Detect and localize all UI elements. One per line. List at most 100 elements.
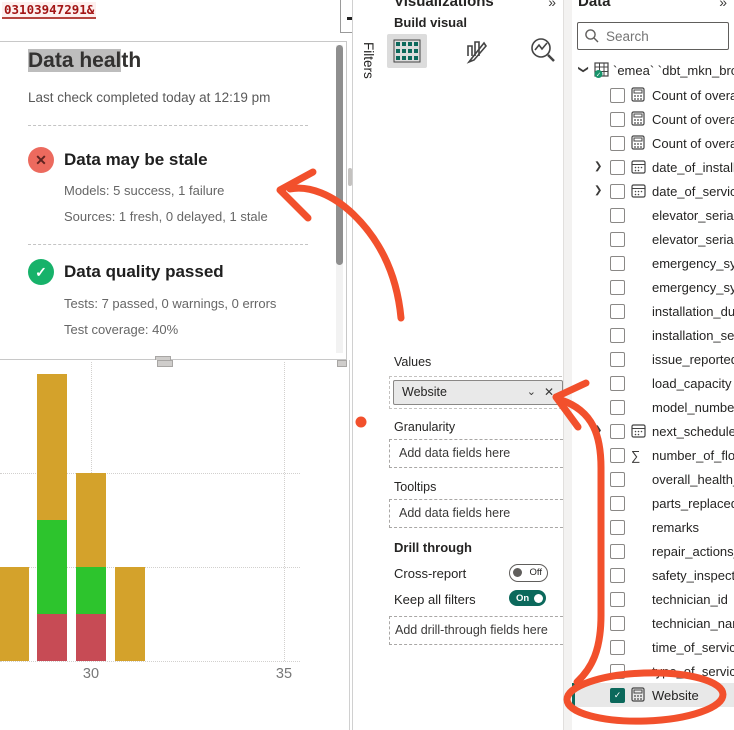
tab-analytics[interactable] <box>522 34 562 68</box>
field-checkbox[interactable] <box>610 520 625 535</box>
field-row-elevator_serial_[interactable]: elevator_serial_... <box>572 227 734 251</box>
chevron-down-icon[interactable]: ❯ <box>578 65 589 73</box>
collapse-pane-icon[interactable]: » <box>548 0 556 10</box>
card-scrollbar-thumb[interactable] <box>336 45 343 265</box>
bar-segment-segment-green[interactable] <box>76 567 106 614</box>
field-checkbox[interactable] <box>610 424 625 439</box>
field-checkbox[interactable] <box>610 376 625 391</box>
field-row-technician_id[interactable]: technician_id <box>572 587 734 611</box>
field-row-repair_actions_t[interactable]: repair_actions_t... <box>572 539 734 563</box>
field-label: remarks <box>652 520 699 535</box>
field-row-type_of_service[interactable]: type_of_service <box>572 659 734 683</box>
granularity-well[interactable]: Add data fields here <box>389 439 568 468</box>
field-checkbox[interactable] <box>610 568 625 583</box>
field-row-next_scheduled[interactable]: ❯next_scheduled... <box>572 419 734 443</box>
field-checkbox[interactable] <box>610 640 625 655</box>
field-row-emergency_syst[interactable]: emergency_syst... <box>572 275 734 299</box>
chevron-right-icon[interactable]: ❯ <box>594 425 602 436</box>
field-row-technician_name[interactable]: technician_name <box>572 611 734 635</box>
collapse-pane-icon[interactable]: » <box>719 0 727 10</box>
bar-segment-segment-yellow[interactable] <box>115 567 145 661</box>
chevron-down-icon[interactable]: ⌄ <box>527 381 536 404</box>
field-row-emergency_syst[interactable]: emergency_syst... <box>572 251 734 275</box>
bar-segment-segment-red[interactable] <box>76 614 106 661</box>
field-row-countofoveral[interactable]: Count of overal... <box>572 131 734 155</box>
field-label: type_of_service <box>652 664 734 679</box>
canvas-scrollbar-thumb[interactable] <box>348 168 352 186</box>
remove-field-icon[interactable]: ✕ <box>544 381 554 404</box>
field-label: date_of_service <box>652 184 734 199</box>
field-row-website[interactable]: ✓ Website <box>572 683 734 707</box>
toggle-knob <box>513 568 522 577</box>
field-row-load_capacity[interactable]: load_capacity <box>572 371 734 395</box>
field-checkbox[interactable] <box>610 304 625 319</box>
tab-format-visual[interactable] <box>455 34 495 68</box>
field-row-remarks[interactable]: remarks <box>572 515 734 539</box>
filters-pane-collapsed[interactable]: Filters <box>352 0 384 730</box>
field-checkbox[interactable] <box>610 112 625 127</box>
table-root-row[interactable]: ❯ ✓ `emea` `dbt_mkn_bron... <box>572 58 734 82</box>
search-box[interactable] <box>577 22 729 50</box>
field-row-date_of_service[interactable]: ❯ date_of_service <box>572 179 734 203</box>
field-label: Website <box>652 688 699 703</box>
field-checkbox[interactable] <box>610 160 625 175</box>
field-checkbox[interactable]: ✓ <box>610 688 625 703</box>
search-input[interactable] <box>604 24 726 48</box>
stacked-column-chart-visual[interactable]: 3035 <box>0 360 350 730</box>
url-code-fragment[interactable]: 03103947291& <box>2 2 96 19</box>
field-label: emergency_syst... <box>652 256 734 271</box>
tooltips-well[interactable]: Add data fields here <box>389 499 568 528</box>
field-checkbox[interactable] <box>610 616 625 631</box>
field-row-overall_health_c[interactable]: overall_health_c... <box>572 467 734 491</box>
field-checkbox[interactable] <box>610 592 625 607</box>
field-row-date_of_installa[interactable]: ❯date_of_installa... <box>572 155 734 179</box>
field-row-installation_serv[interactable]: installation_serv... <box>572 323 734 347</box>
field-checkbox[interactable] <box>610 400 625 415</box>
bar-segment-segment-red[interactable] <box>37 614 67 661</box>
field-row-issue_reported[interactable]: issue_reported <box>572 347 734 371</box>
field-checkbox[interactable] <box>610 544 625 559</box>
tab-build-visual[interactable] <box>387 34 427 68</box>
values-well[interactable]: Website ⌄ ✕ <box>389 376 567 409</box>
field-row-installation_dur[interactable]: installation_dur... <box>572 299 734 323</box>
chevron-right-icon[interactable]: ❯ <box>594 185 602 196</box>
field-checkbox[interactable] <box>610 352 625 367</box>
field-checkbox[interactable] <box>610 88 625 103</box>
chevron-right-icon[interactable]: ❯ <box>594 161 602 172</box>
field-row-number_of_floo[interactable]: ∑number_of_floo... <box>572 443 734 467</box>
field-label: Count of overal... <box>652 136 734 151</box>
field-checkbox[interactable] <box>610 496 625 511</box>
resize-handle[interactable] <box>337 360 347 367</box>
field-row-model_number[interactable]: model_number <box>572 395 734 419</box>
resize-handle[interactable] <box>157 360 173 367</box>
field-label: load_capacity <box>652 376 732 391</box>
field-checkbox[interactable] <box>610 280 625 295</box>
cross-report-toggle[interactable]: Off <box>509 564 548 582</box>
field-checkbox[interactable] <box>610 184 625 199</box>
field-checkbox[interactable] <box>610 136 625 151</box>
field-row-safety_inspectio[interactable]: safety_inspectio... <box>572 563 734 587</box>
values-field-pill[interactable]: Website ⌄ ✕ <box>393 380 563 405</box>
field-checkbox[interactable] <box>610 208 625 223</box>
field-checkbox[interactable] <box>610 448 625 463</box>
section-line: Test coverage: 40% <box>64 322 178 337</box>
field-row-countofoveral[interactable]: Count of overal... <box>572 83 734 107</box>
keep-all-filters-toggle[interactable]: On <box>509 590 546 606</box>
field-checkbox[interactable] <box>610 256 625 271</box>
bar-segment-segment-green[interactable] <box>37 520 67 614</box>
drill-through-well[interactable]: Add drill-through fields here <box>389 616 568 645</box>
bar-segment-segment-yellow[interactable] <box>0 567 29 661</box>
field-checkbox[interactable] <box>610 328 625 343</box>
data-header: Data » <box>572 0 734 12</box>
data-health-tooltip-card: Data health Last check completed today a… <box>0 41 347 360</box>
field-row-parts_replaced[interactable]: parts_replaced <box>572 491 734 515</box>
field-row-time_of_service[interactable]: time_of_service <box>572 635 734 659</box>
calc-icon <box>631 87 645 102</box>
field-checkbox[interactable] <box>610 232 625 247</box>
bar-segment-segment-yellow[interactable] <box>76 473 106 567</box>
bar-segment-segment-yellow[interactable] <box>37 374 67 520</box>
field-checkbox[interactable] <box>610 472 625 487</box>
field-checkbox[interactable] <box>610 664 625 679</box>
field-row-elevator_serial_[interactable]: elevator_serial_... <box>572 203 734 227</box>
field-row-countofoveral[interactable]: Count of overal... <box>572 107 734 131</box>
